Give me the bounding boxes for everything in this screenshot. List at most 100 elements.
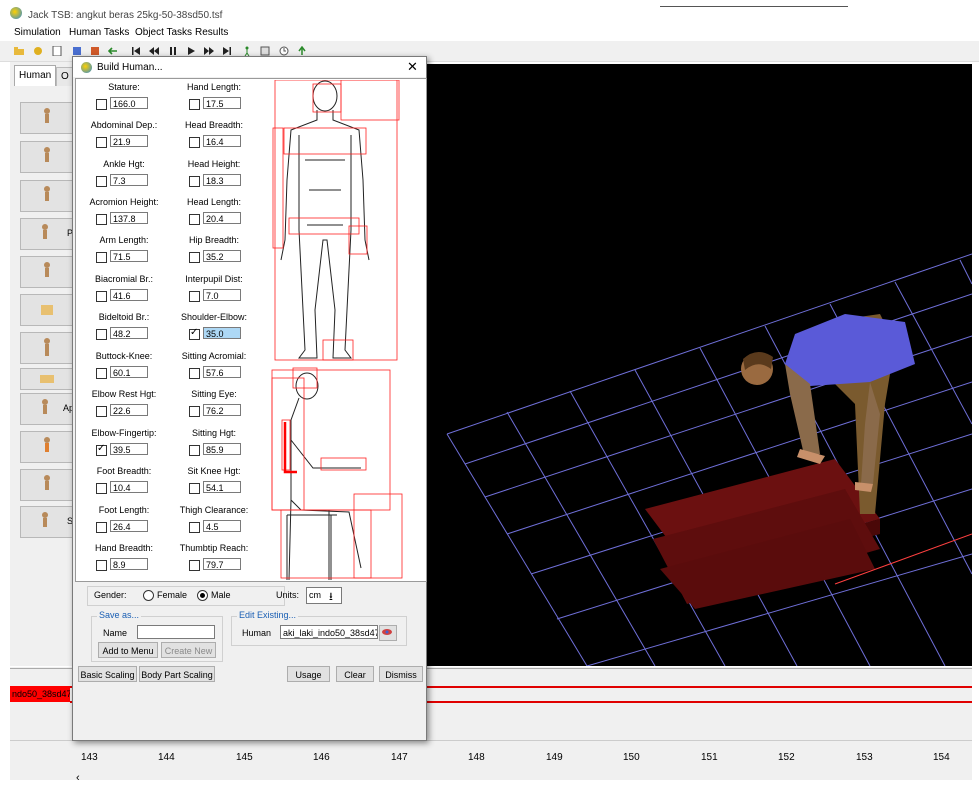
- checkbox-ankle-height[interactable]: [96, 176, 107, 187]
- input-sit-knee-height[interactable]: 54.1: [203, 481, 241, 493]
- checkbox-arm-length[interactable]: [96, 252, 107, 263]
- body-part-scaling-button[interactable]: Body Part Scaling: [139, 666, 215, 682]
- input-elbow-fingertip[interactable]: 39.5: [110, 443, 148, 455]
- checkbox-head-height[interactable]: [189, 176, 200, 187]
- tab-human[interactable]: Human: [14, 65, 56, 86]
- input-stature[interactable]: 166.0: [110, 97, 148, 109]
- input-hand-breadth[interactable]: 8.9: [110, 558, 148, 570]
- rewind-icon[interactable]: [149, 46, 159, 56]
- units-select[interactable]: cm ⭳: [306, 587, 342, 604]
- figure-icon[interactable]: [72, 46, 82, 56]
- input-sitting-acromial[interactable]: 57.6: [203, 366, 241, 378]
- input-thumbtip-reach[interactable]: 79.7: [203, 558, 241, 570]
- task-button-stand[interactable]: [20, 332, 74, 364]
- dismiss-button[interactable]: Dismiss: [379, 666, 423, 682]
- task-button-ap[interactable]: Ap: [20, 393, 74, 425]
- input-sitting-height[interactable]: 85.9: [203, 443, 241, 455]
- close-icon[interactable]: ✕: [407, 59, 418, 75]
- menu-object-tasks[interactable]: Object Tasks: [135, 27, 192, 38]
- task-button-lift[interactable]: [20, 431, 74, 463]
- input-acromion-height[interactable]: 137.8: [110, 212, 148, 224]
- task-button-place[interactable]: [20, 180, 74, 212]
- input-elbow-rest-height[interactable]: 22.6: [110, 404, 148, 416]
- checkbox-head-length[interactable]: [189, 214, 200, 225]
- input-hip-breadth[interactable]: 35.2: [203, 250, 241, 262]
- input-biacromial-breadth[interactable]: 41.6: [110, 289, 148, 301]
- walk-icon[interactable]: [242, 46, 252, 56]
- play-icon[interactable]: [186, 46, 196, 56]
- menu-simulation[interactable]: Simulation: [14, 27, 61, 38]
- human-browse-button[interactable]: [379, 625, 397, 641]
- input-abdominal-depth[interactable]: 21.9: [110, 135, 148, 147]
- fast-forward-icon[interactable]: [204, 46, 214, 56]
- checkbox-stature[interactable]: [96, 99, 107, 110]
- dialog-titlebar[interactable]: Build Human... ✕: [73, 57, 426, 77]
- input-shoulder-elbow[interactable]: 35.0: [203, 327, 241, 339]
- radio-male[interactable]: [197, 590, 208, 601]
- input-foot-breadth[interactable]: 10.4: [110, 481, 148, 493]
- checkbox-sitting-acromial[interactable]: [189, 368, 200, 379]
- task-button-kneel[interactable]: [20, 256, 74, 288]
- skip-start-icon[interactable]: [131, 46, 141, 56]
- task-button-carry[interactable]: [20, 469, 74, 501]
- new-file-icon[interactable]: [52, 46, 62, 56]
- clear-button[interactable]: Clear: [336, 666, 374, 682]
- input-interpupil-distance[interactable]: 7.0: [203, 289, 241, 301]
- figure-edit-icon[interactable]: [90, 46, 100, 56]
- checkbox-elbow-fingertip[interactable]: [96, 443, 107, 456]
- input-head-breadth[interactable]: 16.4: [203, 135, 241, 147]
- radio-female[interactable]: [143, 590, 154, 601]
- checkbox-biacromial-breadth[interactable]: [96, 291, 107, 302]
- input-head-height[interactable]: 18.3: [203, 174, 241, 186]
- input-bideltoid-breadth[interactable]: 48.2: [110, 327, 148, 339]
- checkbox-thumbtip-reach[interactable]: [189, 560, 200, 571]
- human-select[interactable]: aki_laki_indo50_38sd47: [280, 625, 378, 639]
- input-buttock-knee[interactable]: 60.1: [110, 366, 148, 378]
- add-to-menu-button[interactable]: Add to Menu: [98, 642, 158, 658]
- create-new-button[interactable]: Create New: [161, 642, 216, 658]
- checkbox-abdominal-depth[interactable]: [96, 137, 107, 148]
- menu-human-tasks[interactable]: Human Tasks: [69, 27, 129, 38]
- scroll-left-arrow-icon[interactable]: ‹: [76, 772, 80, 784]
- clock-icon[interactable]: [279, 46, 289, 56]
- skip-end-icon[interactable]: [222, 46, 232, 56]
- checkbox-bideltoid-breadth[interactable]: [96, 329, 107, 340]
- basic-scaling-button[interactable]: Basic Scaling: [78, 666, 137, 682]
- checkbox-hand-length[interactable]: [189, 99, 200, 110]
- open-folder-icon[interactable]: [14, 46, 24, 56]
- export-icon[interactable]: [297, 46, 307, 56]
- input-hand-length[interactable]: 17.5: [203, 97, 241, 109]
- task-button-s[interactable]: S: [20, 506, 74, 538]
- back-arrow-icon[interactable]: [108, 46, 118, 56]
- input-foot-length[interactable]: 26.4: [110, 520, 148, 532]
- checkbox-head-breadth[interactable]: [189, 137, 200, 148]
- checkbox-sitting-height[interactable]: [189, 445, 200, 456]
- menu-results[interactable]: Results: [195, 27, 228, 38]
- input-ankle-height[interactable]: 7.3: [110, 174, 148, 186]
- input-head-length[interactable]: 20.4: [203, 212, 241, 224]
- task-button-walk[interactable]: [20, 102, 74, 134]
- task-button-grasp[interactable]: [20, 368, 74, 390]
- checkbox-thigh-clearance[interactable]: [189, 522, 200, 533]
- checkbox-elbow-rest-height[interactable]: [96, 406, 107, 417]
- task-button-pick[interactable]: [20, 141, 74, 173]
- 3d-viewport[interactable]: [425, 64, 972, 666]
- checkbox-interpupil-distance[interactable]: [189, 291, 200, 302]
- checkbox-acromion-height[interactable]: [96, 214, 107, 225]
- timeline-track-label[interactable]: ndo50_38sd47: [10, 686, 70, 702]
- checkbox-hip-breadth[interactable]: [189, 252, 200, 263]
- input-sitting-eye[interactable]: 76.2: [203, 404, 241, 416]
- task-button-hand[interactable]: [20, 294, 74, 326]
- checkbox-buttock-knee[interactable]: [96, 368, 107, 379]
- name-input[interactable]: [137, 625, 215, 639]
- usage-button[interactable]: Usage: [287, 666, 330, 682]
- input-thigh-clearance[interactable]: 4.5: [203, 520, 241, 532]
- pause-icon[interactable]: [168, 46, 178, 56]
- checkbox-sitting-eye[interactable]: [189, 406, 200, 417]
- task-button-p[interactable]: P: [20, 218, 74, 250]
- report-icon[interactable]: [260, 46, 270, 56]
- checkbox-hand-breadth[interactable]: [96, 560, 107, 571]
- checkbox-sit-knee-height[interactable]: [189, 483, 200, 494]
- checkbox-shoulder-elbow[interactable]: [189, 327, 200, 340]
- save-icon[interactable]: [33, 46, 43, 56]
